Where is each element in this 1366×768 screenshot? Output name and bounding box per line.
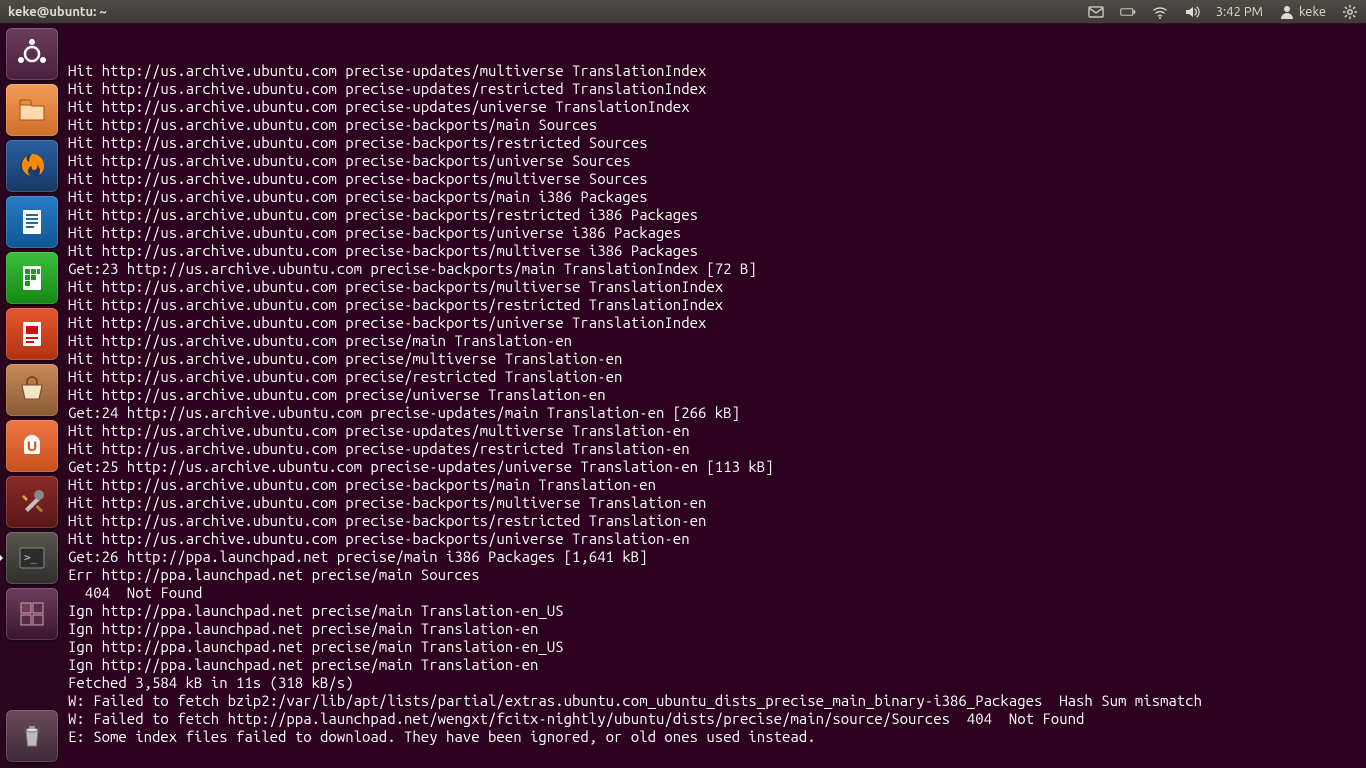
launcher-firefox[interactable] — [6, 140, 58, 192]
terminal-line: Ign http://ppa.launchpad.net precise/mai… — [68, 602, 1362, 620]
terminal-line: Hit http://us.archive.ubuntu.com precise… — [68, 188, 1362, 206]
terminal-line: 404 Not Found — [68, 584, 1362, 602]
terminal-line: Hit http://us.archive.ubuntu.com precise… — [68, 62, 1362, 80]
terminal-line: Hit http://us.archive.ubuntu.com precise… — [68, 170, 1362, 188]
terminal-line: Hit http://us.archive.ubuntu.com precise… — [68, 224, 1362, 242]
terminal-line: Get:24 http://us.archive.ubuntu.com prec… — [68, 404, 1362, 422]
terminal-line: Hit http://us.archive.ubuntu.com precise… — [68, 206, 1362, 224]
unity-launcher: U >_ — [0, 24, 64, 768]
terminal-line: Hit http://us.archive.ubuntu.com precise… — [68, 278, 1362, 296]
terminal-line: Hit http://us.archive.ubuntu.com precise… — [68, 116, 1362, 134]
launcher-settings[interactable] — [6, 476, 58, 528]
launcher-writer[interactable] — [6, 196, 58, 248]
terminal-line: Hit http://us.archive.ubuntu.com precise… — [68, 242, 1362, 260]
terminal-line: Hit http://us.archive.ubuntu.com precise… — [68, 368, 1362, 386]
sound-indicator-icon[interactable] — [1184, 4, 1200, 20]
terminal-lines: Hit http://us.archive.ubuntu.com precise… — [68, 62, 1362, 746]
terminal-line: Hit http://us.archive.ubuntu.com precise… — [68, 440, 1362, 458]
terminal-line: Hit http://us.archive.ubuntu.com precise… — [68, 350, 1362, 368]
svg-text:>_: >_ — [24, 551, 38, 564]
terminal-line: Hit http://us.archive.ubuntu.com precise… — [68, 296, 1362, 314]
terminal-line: Get:26 http://ppa.launchpad.net precise/… — [68, 548, 1362, 566]
terminal-line: Hit http://us.archive.ubuntu.com precise… — [68, 80, 1362, 98]
battery-indicator-icon[interactable] — [1120, 4, 1136, 20]
launcher-software-center[interactable] — [6, 364, 58, 416]
terminal-line: Hit http://us.archive.ubuntu.com precise… — [68, 530, 1362, 548]
session-user-label: keke — [1299, 5, 1326, 19]
terminal-line: Hit http://us.archive.ubuntu.com precise… — [68, 332, 1362, 350]
window-title: keke@ubuntu: ~ — [8, 5, 107, 19]
launcher-calc[interactable] — [6, 252, 58, 304]
terminal-output[interactable]: Hit http://us.archive.ubuntu.com precise… — [64, 24, 1366, 768]
network-indicator-icon[interactable] — [1152, 4, 1168, 20]
launcher-files[interactable] — [6, 84, 58, 136]
svg-text:U: U — [27, 438, 37, 454]
launcher-trash[interactable] — [6, 710, 58, 762]
session-indicator[interactable]: keke — [1279, 4, 1326, 20]
terminal-line: Hit http://us.archive.ubuntu.com precise… — [68, 476, 1362, 494]
terminal-line: Fetched 3,584 kB in 11s (318 kB/s) — [68, 674, 1362, 692]
terminal-line: Get:25 http://us.archive.ubuntu.com prec… — [68, 458, 1362, 476]
terminal-line: Hit http://us.archive.ubuntu.com precise… — [68, 314, 1362, 332]
terminal-line: Hit http://us.archive.ubuntu.com precise… — [68, 152, 1362, 170]
mail-indicator-icon[interactable] — [1088, 4, 1104, 20]
terminal-line: Ign http://ppa.launchpad.net precise/mai… — [68, 656, 1362, 674]
terminal-line: Ign http://ppa.launchpad.net precise/mai… — [68, 638, 1362, 656]
terminal-line: W: Failed to fetch bzip2:/var/lib/apt/li… — [68, 692, 1362, 710]
terminal-line: Get:23 http://us.archive.ubuntu.com prec… — [68, 260, 1362, 278]
terminal-line: Hit http://us.archive.ubuntu.com precise… — [68, 134, 1362, 152]
terminal-line: Hit http://us.archive.ubuntu.com precise… — [68, 512, 1362, 530]
terminal-line: Hit http://us.archive.ubuntu.com precise… — [68, 422, 1362, 440]
launcher-workspace-switcher[interactable] — [6, 588, 58, 640]
launcher-dash[interactable] — [6, 28, 58, 80]
terminal-line: Hit http://us.archive.ubuntu.com precise… — [68, 386, 1362, 404]
clock-indicator[interactable]: 3:42 PM — [1216, 5, 1263, 19]
launcher-terminal[interactable]: >_ — [6, 532, 58, 584]
launcher-impress[interactable] — [6, 308, 58, 360]
terminal-line: E: Some index files failed to download. … — [68, 728, 1362, 746]
top-panel: keke@ubuntu: ~ 3:42 PM keke — [0, 0, 1366, 24]
terminal-line: Err http://ppa.launchpad.net precise/mai… — [68, 566, 1362, 584]
system-cog-icon[interactable] — [1342, 4, 1358, 20]
launcher-ubuntu-one[interactable]: U — [6, 420, 58, 472]
terminal-line: Hit http://us.archive.ubuntu.com precise… — [68, 98, 1362, 116]
terminal-line: Hit http://us.archive.ubuntu.com precise… — [68, 494, 1362, 512]
terminal-line: W: Failed to fetch http://ppa.launchpad.… — [68, 710, 1362, 728]
terminal-line: Ign http://ppa.launchpad.net precise/mai… — [68, 620, 1362, 638]
